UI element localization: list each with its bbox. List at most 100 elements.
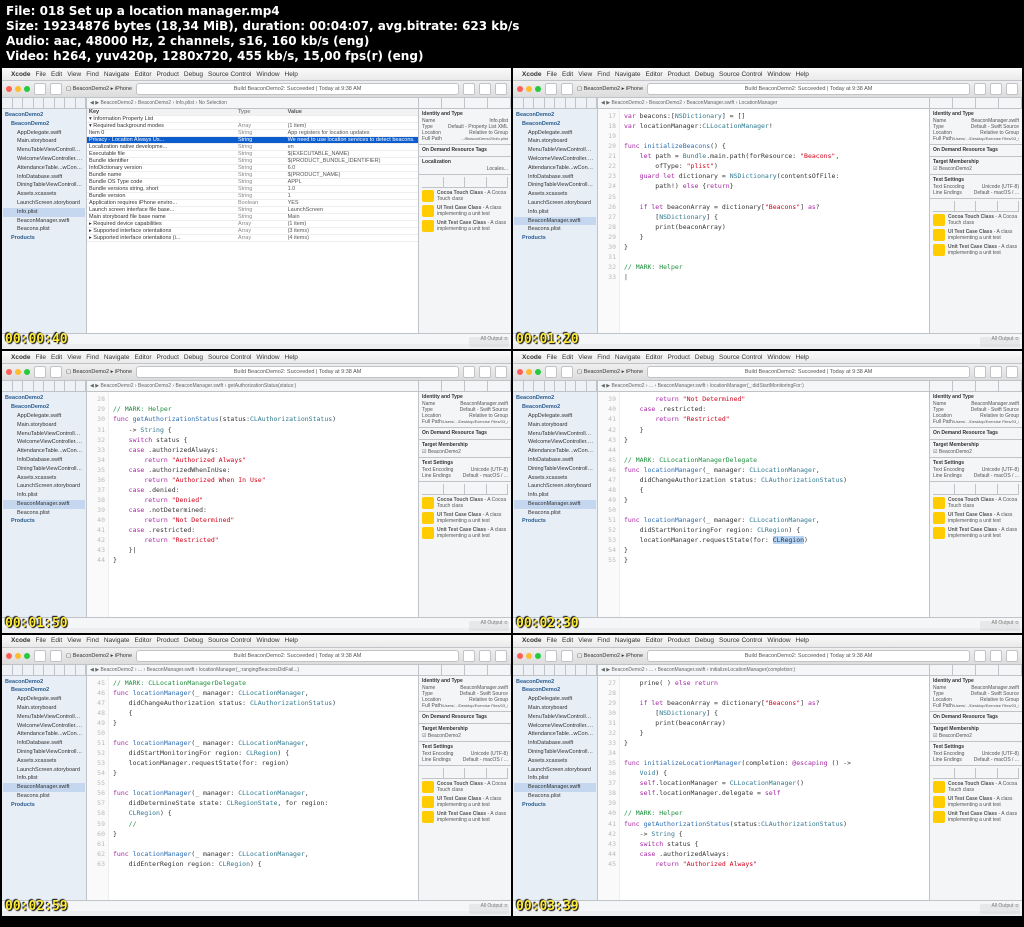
file-beaconmanager-swift[interactable]: BeaconManager.swift	[3, 500, 85, 509]
file-infodatabase-swift[interactable]: InfoDatabase.swift	[3, 456, 85, 465]
menu-view[interactable]: View	[67, 354, 81, 361]
menu-help[interactable]: Help	[796, 637, 809, 644]
file-beacondemo2[interactable]: BeaconDemo2	[514, 394, 596, 403]
lib-ui-test-case[interactable]: UI Test Case Class - A class implementin…	[422, 512, 508, 524]
file-beacondemo2[interactable]: BeaconDemo2	[514, 686, 596, 695]
navigator-selector-bar[interactable]	[513, 665, 597, 676]
lib-cocoa-touch-class[interactable]: Cocoa Touch Class - A Cocoa Touch class	[422, 190, 508, 202]
file-beacondemo2[interactable]: BeaconDemo2	[3, 686, 85, 695]
inspector-panel[interactable]: Identity and Type NameBeaconManager.swif…	[929, 381, 1022, 616]
scheme-selector[interactable]: ▢ BeaconDemo2 ▸ iPhone	[577, 653, 643, 659]
menu-edit[interactable]: Edit	[51, 637, 62, 644]
file-products[interactable]: Products	[3, 517, 85, 526]
file-products[interactable]: Products	[3, 801, 85, 810]
file-assets-xcassets[interactable]: Assets.xcassets	[514, 474, 596, 483]
file-beacons-plist[interactable]: Beacons.plist	[514, 509, 596, 518]
lib-unit-test-case[interactable]: Unit Test Case Class - A class implement…	[422, 220, 508, 232]
scheme-selector[interactable]: ▢ BeaconDemo2 ▸ iPhone	[577, 86, 643, 92]
menu-editor[interactable]: Editor	[646, 354, 663, 361]
file-beacons-plist[interactable]: Beacons.plist	[3, 509, 85, 518]
file-welcomeviewcontroller-swi---[interactable]: WelcomeViewController.swi...	[3, 155, 85, 164]
file-launchscreen-storyboard[interactable]: LaunchScreen.storyboard	[3, 482, 85, 491]
lib-ui-test-case[interactable]: UI Test Case Class - A class implementin…	[422, 796, 508, 808]
editor-area[interactable]: ◀ ▶ BeaconDemo2 › BeaconDemo2 › Info.pli…	[87, 98, 418, 333]
editor-area[interactable]: ◀ ▶ BeaconDemo2 › ... › BeaconManager.sw…	[598, 381, 929, 616]
project-navigator[interactable]: BeaconDemo2BeaconDemo2AppDelegate.swiftM…	[513, 381, 598, 616]
file-beaconmanager-swift[interactable]: BeaconManager.swift	[514, 217, 596, 226]
menu-view[interactable]: View	[67, 637, 81, 644]
source-code[interactable]: var beacons:[NSDictionary] = [] var loca…	[620, 109, 929, 333]
jump-bar[interactable]: ◀ ▶ BeaconDemo2 › BeaconDemo2 › BeaconMa…	[87, 381, 418, 392]
file-assets-xcassets[interactable]: Assets.xcassets	[514, 757, 596, 766]
file-info-plist[interactable]: Info.plist	[514, 208, 596, 217]
minimize-icon[interactable]	[15, 86, 21, 92]
navigator-selector-bar[interactable]	[2, 381, 86, 392]
file-main-storyboard[interactable]: Main.storyboard	[3, 137, 85, 146]
menu-edit[interactable]: Edit	[51, 354, 62, 361]
stop-button[interactable]	[50, 83, 62, 95]
file-beacondemo2[interactable]: BeaconDemo2	[514, 111, 596, 120]
menu-navigate[interactable]: Navigate	[615, 354, 641, 361]
editor-mode-assistant[interactable]	[479, 83, 491, 95]
file-menutableviewcontroller-sw---[interactable]: MenuTableViewController.sw...	[514, 146, 596, 155]
file-attendancetable---wcontrolle---[interactable]: AttendanceTable...wControlle...	[3, 730, 85, 739]
project-navigator[interactable]: BeaconDemo2BeaconDemo2AppDelegate.swiftM…	[513, 665, 598, 900]
inspector-selector-bar[interactable]	[419, 381, 511, 392]
editor-area[interactable]: ◀ ▶ BeaconDemo2 › ... › BeaconManager.sw…	[87, 665, 418, 900]
window-controls[interactable]	[6, 653, 30, 659]
source-code[interactable]: // MARK: Helper func getAuthorizationSta…	[109, 392, 418, 616]
file-beaconmanager-swift[interactable]: BeaconManager.swift	[514, 500, 596, 509]
file-menutableviewcontroller-sw---[interactable]: MenuTableViewController.sw...	[3, 430, 85, 439]
source-code[interactable]: prine( ) else return if let beaconArray …	[620, 676, 929, 900]
editor-area[interactable]: ◀ ▶ BeaconDemo2 › BeaconDemo2 › BeaconMa…	[87, 381, 418, 616]
editor-mode-assistant[interactable]	[479, 366, 491, 378]
xcode-toolbar[interactable]: ▢ BeaconDemo2 ▸ iPhone Build BeaconDemo2…	[513, 81, 1022, 98]
file-beacondemo2[interactable]: BeaconDemo2	[3, 403, 85, 412]
project-navigator[interactable]: BeaconDemo2BeaconDemo2AppDelegate.swiftM…	[2, 98, 87, 333]
file-attendancetable---wcontrolle---[interactable]: AttendanceTable...wControlle...	[3, 164, 85, 173]
file-attendancetable---wcontrolle---[interactable]: AttendanceTable...wControlle...	[514, 447, 596, 456]
file-assets-xcassets[interactable]: Assets.xcassets	[3, 474, 85, 483]
file-beaconmanager-swift[interactable]: BeaconManager.swift	[3, 783, 85, 792]
plist-row[interactable]: ▸ Required device capabilitiesArray(1 it…	[87, 221, 418, 228]
project-navigator[interactable]: BeaconDemo2BeaconDemo2AppDelegate.swiftM…	[2, 381, 87, 616]
close-icon[interactable]	[6, 369, 12, 375]
object-library[interactable]: Cocoa Touch Class - A Cocoa Touch class …	[419, 766, 511, 900]
file-beacondemo2[interactable]: BeaconDemo2	[514, 120, 596, 129]
file-appdelegate-swift[interactable]: AppDelegate.swift	[514, 412, 596, 421]
menu-debug[interactable]: Debug	[695, 71, 714, 78]
run-button[interactable]	[34, 650, 46, 662]
close-icon[interactable]	[517, 653, 523, 659]
xcode-toolbar[interactable]: ▢ BeaconDemo2 ▸ iPhone Build BeaconDemo2…	[513, 648, 1022, 665]
close-icon[interactable]	[6, 653, 12, 659]
debug-bar[interactable]: Auto ≎ ⓘ All Output ≎	[513, 333, 1022, 344]
plist-row[interactable]: Bundle versionString1	[87, 193, 418, 200]
menu-product[interactable]: Product	[156, 354, 178, 361]
file-main-storyboard[interactable]: Main.storyboard	[514, 704, 596, 713]
file-infodatabase-swift[interactable]: InfoDatabase.swift	[3, 739, 85, 748]
lib-cocoa-touch-class[interactable]: Cocoa Touch Class - A Cocoa Touch class	[422, 497, 508, 509]
macos-menubar[interactable]: Xcode FileEditViewFindNavigateEditorProd…	[513, 635, 1022, 648]
file-tree[interactable]: BeaconDemo2BeaconDemo2AppDelegate.swiftM…	[513, 676, 597, 812]
debug-bar[interactable]: Auto ≎ ⓘ All Output ≎	[513, 617, 1022, 628]
file-infodatabase-swift[interactable]: InfoDatabase.swift	[3, 173, 85, 182]
file-launchscreen-storyboard[interactable]: LaunchScreen.storyboard	[3, 199, 85, 208]
menu-help[interactable]: Help	[796, 71, 809, 78]
navigator-selector-bar[interactable]	[513, 381, 597, 392]
menu-help[interactable]: Help	[285, 637, 298, 644]
menu-source-control[interactable]: Source Control	[719, 637, 762, 644]
minimize-icon[interactable]	[526, 369, 532, 375]
jump-bar[interactable]: ◀ ▶ BeaconDemo2 › BeaconDemo2 › BeaconMa…	[598, 98, 929, 109]
file-beacons-plist[interactable]: Beacons.plist	[514, 225, 596, 234]
menu-navigate[interactable]: Navigate	[104, 354, 130, 361]
scheme-selector[interactable]: ▢ BeaconDemo2 ▸ iPhone	[66, 653, 132, 659]
menu-file[interactable]: File	[547, 637, 557, 644]
run-button[interactable]	[545, 83, 557, 95]
file-info-plist[interactable]: Info.plist	[3, 774, 85, 783]
file-main-storyboard[interactable]: Main.storyboard	[514, 137, 596, 146]
file-main-storyboard[interactable]: Main.storyboard	[3, 704, 85, 713]
lib-unit-test-case[interactable]: Unit Test Case Class - A class implement…	[933, 811, 1019, 823]
file-menutableviewcontroller-sw---[interactable]: MenuTableViewController.sw...	[514, 713, 596, 722]
menu-view[interactable]: View	[578, 71, 592, 78]
file-beacons-plist[interactable]: Beacons.plist	[3, 792, 85, 801]
